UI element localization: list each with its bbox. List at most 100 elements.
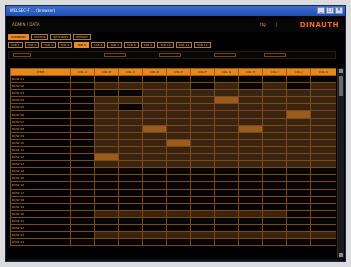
- table-cell[interactable]: [94, 202, 119, 211]
- table-cell[interactable]: [70, 216, 95, 225]
- table-row[interactable]: ROW 06: [10, 110, 336, 119]
- tab-secondary-11[interactable]: TAB 11: [175, 42, 193, 48]
- table-cell[interactable]: [70, 223, 95, 233]
- table-cell[interactable]: [94, 124, 119, 133]
- table-cell[interactable]: [214, 238, 239, 247]
- table-cell[interactable]: [118, 153, 143, 162]
- table-cell[interactable]: [238, 124, 263, 133]
- table-cell[interactable]: [214, 145, 239, 155]
- table-row[interactable]: ROW 14: [10, 167, 336, 176]
- table-cell[interactable]: [118, 209, 143, 218]
- table-row[interactable]: ROW 24: [10, 238, 336, 247]
- table-cell[interactable]: [94, 96, 119, 105]
- filter-field[interactable]: [159, 53, 181, 57]
- filter-field[interactable]: [264, 53, 286, 57]
- table-cell[interactable]: [166, 153, 191, 162]
- table-cell[interactable]: [70, 110, 95, 119]
- table-cell[interactable]: [70, 74, 95, 84]
- table-row[interactable]: ROW 08: [10, 124, 336, 133]
- table-cell[interactable]: [214, 110, 239, 119]
- table-cell[interactable]: [166, 216, 191, 225]
- table-row[interactable]: ROW 04: [10, 96, 336, 105]
- table-cell[interactable]: [142, 145, 167, 155]
- table-row[interactable]: ROW 23: [10, 231, 336, 240]
- table-cell[interactable]: [238, 117, 263, 126]
- table-cell[interactable]: [190, 216, 215, 225]
- table-row[interactable]: ROW 05: [10, 103, 336, 112]
- table-cell[interactable]: [238, 216, 263, 225]
- table-cell[interactable]: [286, 153, 311, 162]
- table-cell[interactable]: [214, 195, 239, 204]
- table-row[interactable]: ROW 10: [10, 138, 336, 147]
- table-cell[interactable]: [142, 223, 167, 233]
- table-cell[interactable]: [238, 89, 263, 98]
- table-cell[interactable]: [214, 231, 239, 240]
- table-cell[interactable]: [118, 145, 143, 155]
- table-cell[interactable]: [118, 202, 143, 211]
- table-cell[interactable]: [118, 167, 143, 176]
- table-cell[interactable]: [190, 181, 215, 190]
- table-cell[interactable]: [310, 82, 336, 91]
- table-cell[interactable]: [142, 110, 167, 119]
- minimize-icon[interactable]: _: [317, 7, 325, 14]
- table-cell[interactable]: [262, 167, 287, 176]
- column-header[interactable]: COL E: [166, 68, 191, 76]
- table-row[interactable]: ROW 09: [10, 131, 336, 140]
- table-cell[interactable]: [118, 124, 143, 133]
- table-cell[interactable]: [262, 124, 287, 133]
- table-cell[interactable]: [166, 174, 191, 183]
- table-cell[interactable]: [286, 209, 311, 218]
- table-cell[interactable]: [190, 145, 215, 155]
- table-cell[interactable]: [310, 209, 336, 218]
- table-row[interactable]: ROW 21: [10, 216, 336, 225]
- table-row[interactable]: ROW 16: [10, 181, 336, 190]
- filter-field[interactable]: [104, 53, 126, 57]
- table-cell[interactable]: [142, 82, 167, 91]
- table-cell[interactable]: [118, 96, 143, 105]
- table-cell[interactable]: [166, 209, 191, 218]
- table-cell[interactable]: [190, 138, 215, 147]
- table-cell[interactable]: [166, 124, 191, 133]
- table-cell[interactable]: [118, 74, 143, 84]
- tab-primary-3[interactable]: SETTINGS: [50, 34, 72, 40]
- table-row[interactable]: ROW 03: [10, 89, 336, 98]
- table-cell[interactable]: [262, 216, 287, 225]
- table-cell[interactable]: [70, 82, 95, 91]
- table-cell[interactable]: [142, 138, 167, 147]
- table-cell[interactable]: [118, 89, 143, 98]
- table-cell[interactable]: [262, 188, 287, 197]
- table-cell[interactable]: [262, 131, 287, 140]
- table-cell[interactable]: [286, 167, 311, 176]
- table-cell[interactable]: [70, 174, 95, 183]
- table-cell[interactable]: [238, 74, 263, 84]
- table-cell[interactable]: [262, 117, 287, 126]
- table-row[interactable]: ROW 11: [10, 145, 336, 155]
- table-cell[interactable]: [214, 89, 239, 98]
- table-cell[interactable]: [214, 209, 239, 218]
- table-cell[interactable]: [310, 138, 336, 147]
- table-cell[interactable]: [310, 216, 336, 225]
- tab-secondary-9[interactable]: TAB 9: [140, 42, 156, 48]
- table-cell[interactable]: [286, 195, 311, 204]
- table-cell[interactable]: [286, 96, 311, 105]
- column-header[interactable]: COL I: [262, 68, 287, 76]
- table-cell[interactable]: [214, 160, 239, 169]
- table-cell[interactable]: [94, 138, 119, 147]
- table-cell[interactable]: [310, 117, 336, 126]
- table-cell[interactable]: [118, 195, 143, 204]
- tab-primary-4[interactable]: REPORT: [73, 34, 91, 40]
- table-cell[interactable]: [238, 209, 263, 218]
- table-cell[interactable]: [94, 89, 119, 98]
- table-cell[interactable]: [166, 202, 191, 211]
- table-cell[interactable]: [214, 96, 239, 105]
- table-row[interactable]: ROW 19: [10, 202, 336, 211]
- table-cell[interactable]: [286, 103, 311, 112]
- table-cell[interactable]: [286, 89, 311, 98]
- table-cell[interactable]: [214, 138, 239, 147]
- table-cell[interactable]: [166, 195, 191, 204]
- table-cell[interactable]: [118, 160, 143, 169]
- table-cell[interactable]: [166, 231, 191, 240]
- table-cell[interactable]: [262, 195, 287, 204]
- column-header[interactable]: ITEM: [10, 68, 71, 76]
- table-cell[interactable]: [94, 174, 119, 183]
